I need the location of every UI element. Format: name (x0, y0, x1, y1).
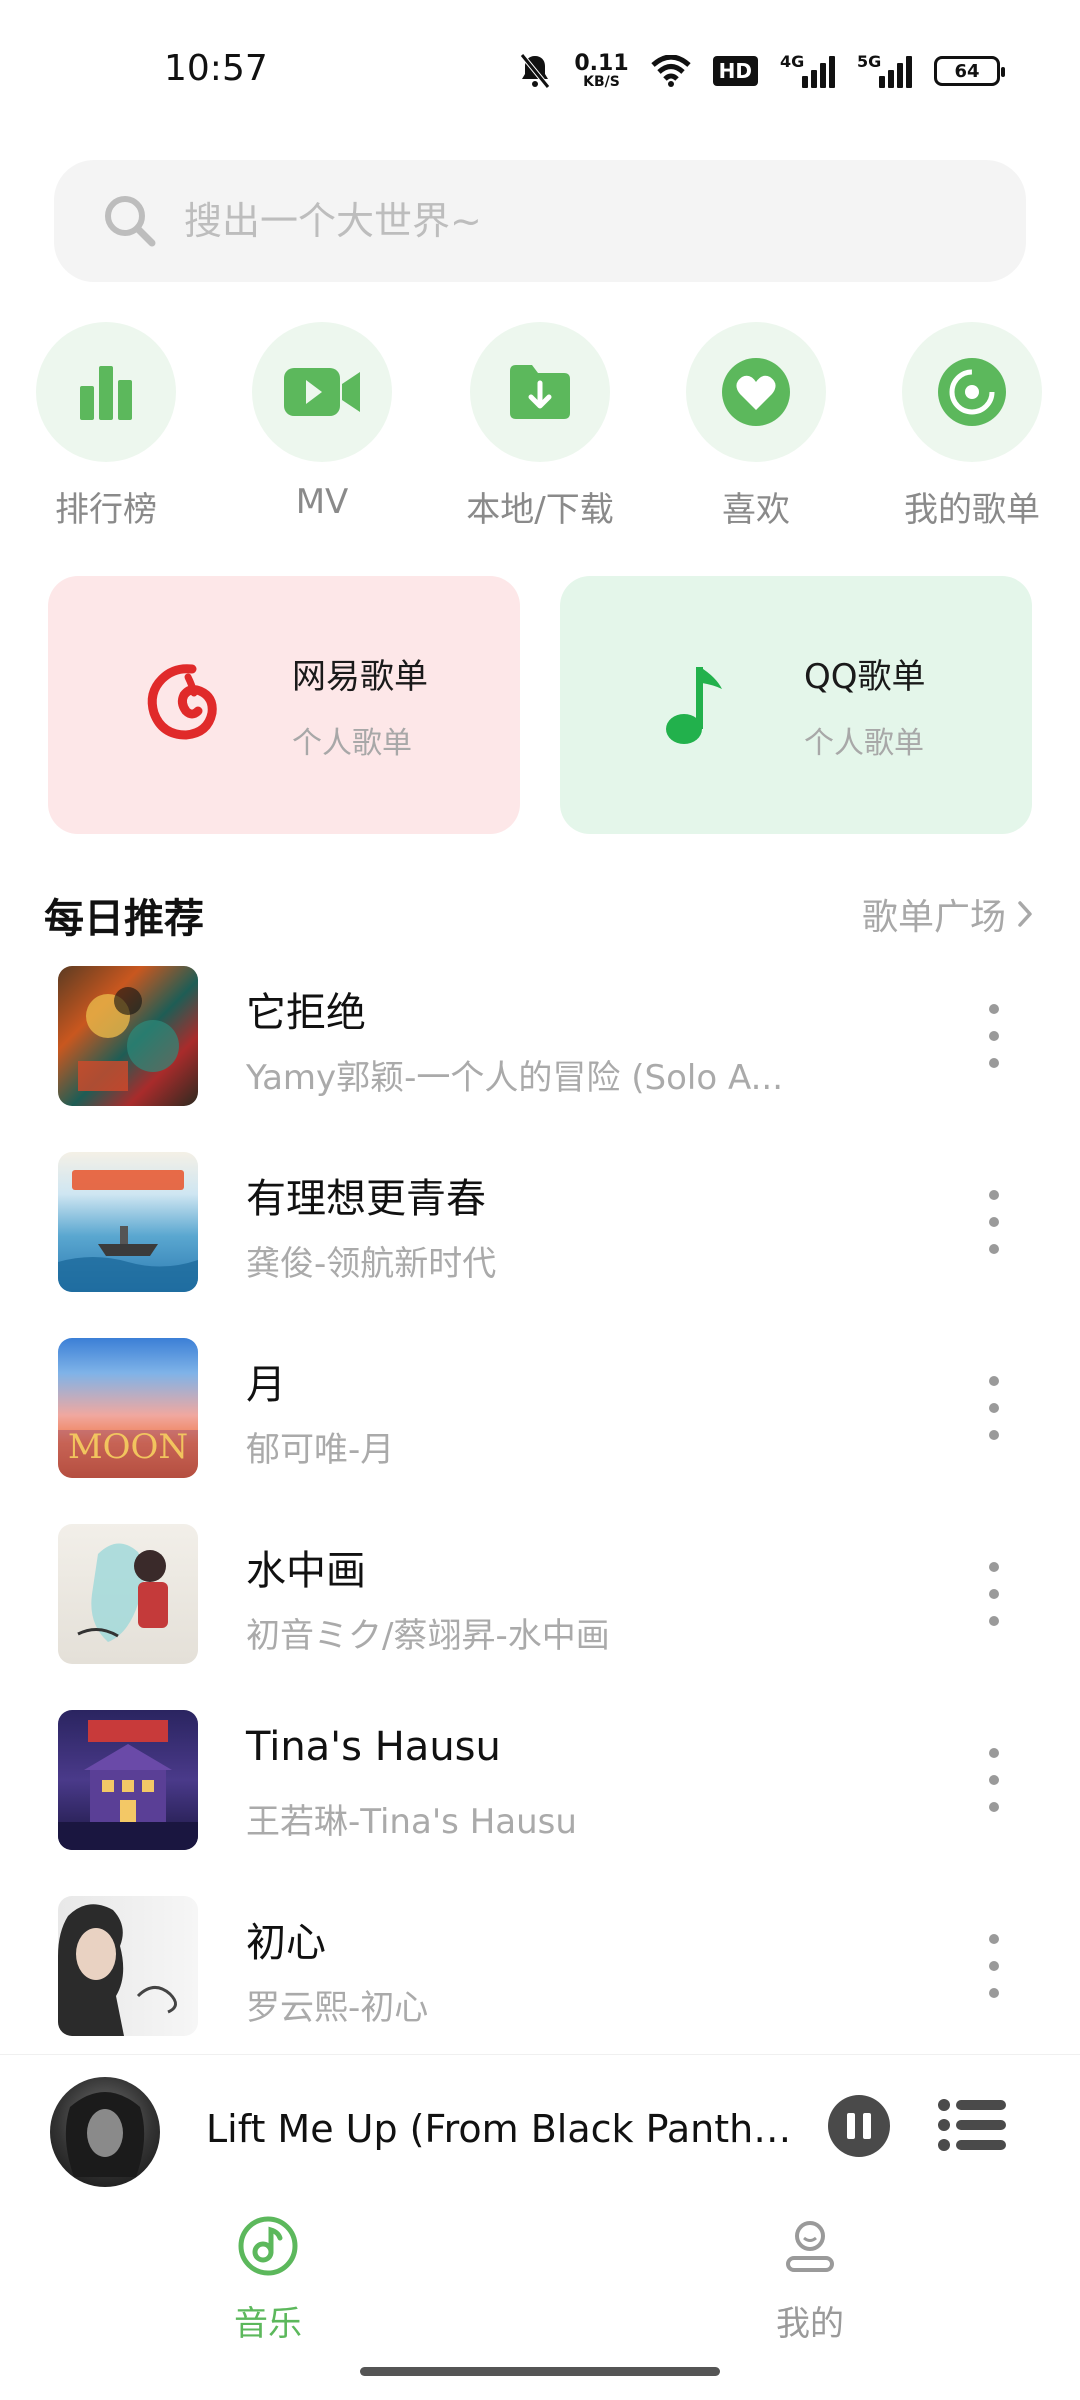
more-options-icon[interactable] (982, 1004, 1006, 1068)
quick-nav-local[interactable]: 本地/下载 (440, 322, 640, 531)
more-options-icon[interactable] (982, 1190, 1006, 1254)
playlist-queue-icon[interactable] (936, 2095, 1008, 2155)
quick-nav-ranking-label: 排行榜 (55, 490, 157, 530)
song-artist-album: 王若琳-Tina's Hausu (246, 1802, 577, 1842)
song-title: 初心 (246, 1920, 326, 1966)
playlist-square-label: 歌单广场 (861, 897, 1006, 938)
album-cover (58, 1152, 198, 1292)
song-artist-album: Yamy郭颖-一个人的冒险 (Solo A... (246, 1058, 784, 1098)
my-playlists-circle (902, 322, 1042, 462)
status-icons: 0.11 KB/S HD 4G 5G 64 (518, 48, 1005, 94)
chevron-right-icon (1018, 901, 1032, 927)
quick-nav-favorites[interactable]: 喜欢 (656, 322, 856, 531)
netease-card-subtitle: 个人歌单 (292, 725, 412, 761)
quick-nav-my-playlists[interactable]: 我的歌单 (872, 322, 1072, 531)
qq-playlist-card[interactable]: QQ歌单 个人歌单 (560, 576, 1032, 834)
qq-music-note-icon (666, 667, 722, 744)
now-playing-bar[interactable]: Lift Me Up (From Black Panther: ... (0, 2054, 1080, 2204)
signal-icon-4g: 4G (780, 52, 835, 88)
album-cover (58, 966, 198, 1106)
song-row[interactable]: Tina's Hausu 王若琳-Tina's Hausu (0, 1708, 1080, 1894)
signal-icon-5g: 5G (857, 52, 912, 88)
song-row[interactable]: 水中画 初音ミク/蔡翊昇-水中画 (0, 1522, 1080, 1708)
qq-card-text: QQ歌单 个人歌单 (804, 649, 926, 762)
home-indicator[interactable] (360, 2367, 720, 2376)
album-cover (58, 1710, 198, 1850)
hd-badge: HD (712, 56, 758, 86)
ranking-circle (36, 322, 176, 462)
status-bar: 10:57 0.11 KB/S HD 4G 5G 64 (0, 0, 1080, 140)
quick-nav-favorites-label: 喜欢 (722, 490, 790, 530)
signal-5g-label: 5G (857, 52, 882, 71)
song-row[interactable]: 有理想更青春 龚俊-领航新时代 (0, 1150, 1080, 1336)
more-options-icon[interactable] (982, 1376, 1006, 1440)
tab-mine-label: 我的 (776, 2304, 844, 2344)
search-bar[interactable] (54, 160, 1026, 282)
favorites-circle (686, 322, 826, 462)
song-row[interactable]: 初心 罗云熙-初心 (0, 1894, 1080, 2080)
local-circle (470, 322, 610, 462)
battery-level: 64 (954, 60, 980, 82)
song-title: Tina's Hausu (246, 1724, 501, 1770)
music-disc-icon (238, 2216, 298, 2276)
song-row[interactable]: 它拒绝 Yamy郭颖-一个人的冒险 (Solo A... (0, 964, 1080, 1150)
search-input[interactable] (184, 199, 884, 243)
tab-mine[interactable]: 我的 (710, 2214, 910, 2345)
daily-recommend-title: 每日推荐 (44, 896, 204, 942)
album-cover (58, 1524, 198, 1664)
wifi-icon (650, 51, 691, 91)
song-artist-album: 罗云熙-初心 (246, 1988, 429, 2028)
bar-chart-icon (80, 366, 132, 420)
svg-text:MOON: MOON (68, 1427, 188, 1467)
net-speed: 0.11 KB/S (574, 51, 629, 90)
mv-circle (252, 322, 392, 462)
netease-logo-icon (147, 664, 217, 740)
song-artist-album: 郁可唯-月 (246, 1430, 395, 1470)
more-options-icon[interactable] (982, 1934, 1006, 1998)
song-title: 有理想更青春 (246, 1176, 486, 1222)
netease-card-text: 网易歌单 个人歌单 (292, 649, 428, 762)
video-camera-icon (284, 368, 360, 416)
song-row[interactable]: MOON 月 郁可唯-月 (0, 1336, 1080, 1522)
download-folder-icon (510, 365, 570, 419)
more-options-icon[interactable] (982, 1562, 1006, 1626)
album-cover (58, 1896, 198, 2036)
playlist-square-link[interactable]: 歌单广场 (862, 888, 1036, 940)
bell-muted-icon (518, 51, 552, 91)
daily-song-list: 它拒绝 Yamy郭颖-一个人的冒险 (Solo A... 有理想更青春 龚俊-领… (0, 964, 1080, 2080)
now-playing-cover[interactable] (50, 2077, 160, 2187)
battery-icon: 64 (934, 56, 1005, 86)
quick-nav-my-playlists-label: 我的歌单 (904, 490, 1040, 530)
song-artist-album: 初音ミク/蔡翊昇-水中画 (246, 1616, 610, 1656)
net-speed-value: 0.11 (574, 51, 629, 76)
quick-nav-mv-label: MV (295, 482, 349, 522)
more-options-icon[interactable] (982, 1748, 1006, 1812)
song-title: 水中画 (246, 1548, 366, 1594)
song-artist-album: 龚俊-领航新时代 (246, 1244, 497, 1284)
heart-icon (722, 358, 790, 426)
quick-nav: 排行榜 MV 本地/下载 喜欢 我的歌单 (0, 322, 1080, 532)
signal-4g-label: 4G (780, 52, 805, 71)
netease-playlist-card[interactable]: 网易歌单 个人歌单 (48, 576, 520, 834)
tab-music[interactable]: 音乐 (168, 2214, 368, 2345)
quick-nav-ranking[interactable]: 排行榜 (6, 322, 206, 531)
song-title: 月 (246, 1362, 286, 1408)
net-speed-unit: KB/S (583, 74, 620, 90)
tab-music-label: 音乐 (234, 2304, 302, 2344)
now-playing-title: Lift Me Up (From Black Panther: ... (206, 2107, 796, 2151)
search-icon (105, 196, 156, 247)
qq-card-title: QQ歌单 (804, 656, 926, 697)
disc-icon (938, 358, 1006, 426)
quick-nav-local-label: 本地/下载 (466, 490, 614, 530)
qq-card-subtitle: 个人歌单 (804, 725, 924, 761)
user-icon (786, 2221, 834, 2272)
album-cover: MOON (58, 1338, 198, 1478)
netease-card-title: 网易歌单 (292, 656, 428, 697)
song-title: 它拒绝 (246, 990, 366, 1036)
status-time: 10:57 (164, 48, 268, 89)
quick-nav-mv[interactable]: MV (222, 322, 422, 522)
pause-button[interactable] (828, 2095, 890, 2157)
